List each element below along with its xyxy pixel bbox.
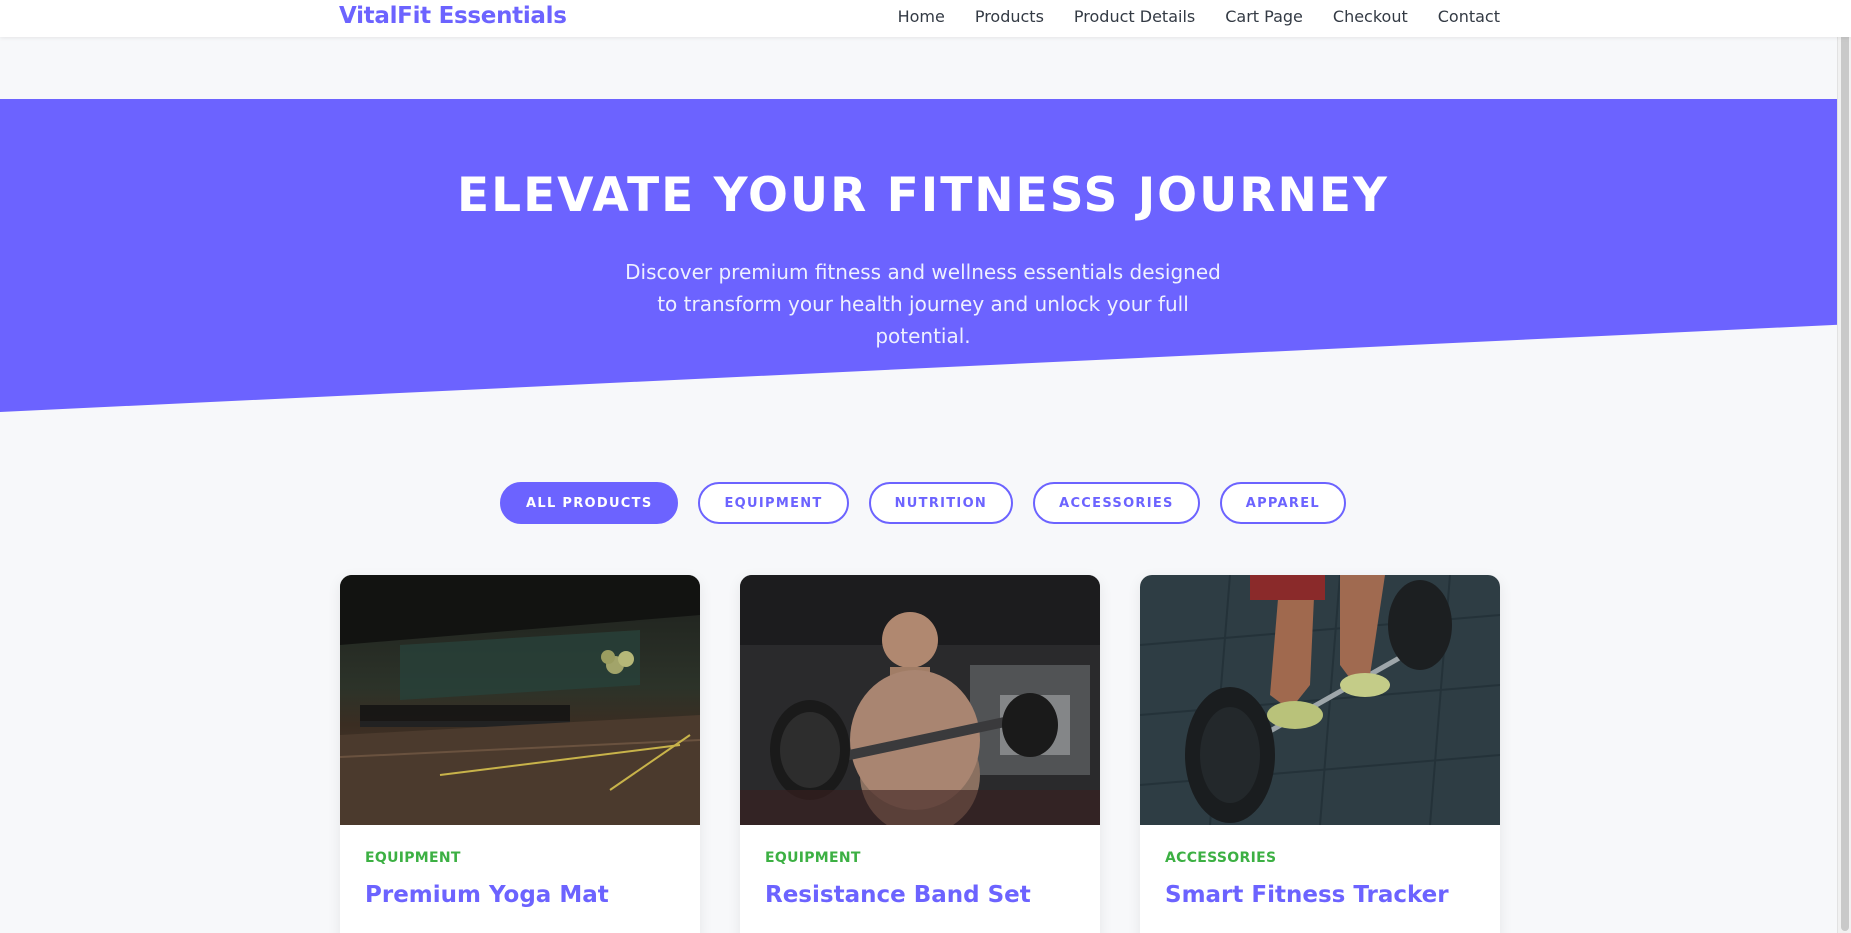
filter-all-products-button[interactable]: ALL PRODUCTS (500, 482, 679, 524)
scrollbar-thumb[interactable] (1841, 2, 1849, 931)
filter-equipment-button[interactable]: EQUIPMENT (698, 482, 849, 524)
nav-link-checkout[interactable]: Checkout (1333, 7, 1408, 26)
product-name[interactable]: Smart Fitness Tracker (1165, 882, 1475, 908)
product-category: ACCESSORIES (1165, 850, 1277, 866)
filter-accessories-button[interactable]: ACCESSORIES (1033, 482, 1200, 524)
filter-nutrition-button[interactable]: NUTRITION (868, 482, 1014, 524)
top-navbar: VitalFit Essentials Home Products Produc… (0, 0, 1851, 37)
product-name[interactable]: Resistance Band Set (765, 882, 1075, 908)
nav-link-product-details[interactable]: Product Details (1074, 7, 1195, 26)
category-filters: ALL PRODUCTS EQUIPMENT NUTRITION ACCESSO… (0, 482, 1846, 524)
brand-logo[interactable]: VitalFit Essentials (339, 3, 567, 29)
product-image-gym-interior[interactable] (340, 575, 700, 825)
nav-link-products[interactable]: Products (975, 7, 1044, 26)
product-image-man-lifting-barbell[interactable] (740, 575, 1100, 825)
product-category: EQUIPMENT (765, 850, 861, 866)
hero-subtitle: Discover premium fitness and wellness es… (625, 260, 1221, 348)
product-card[interactable]: EQUIPMENT Resistance Band Set (740, 575, 1100, 933)
hero-title: ELEVATE YOUR FITNESS JOURNEY (457, 168, 1389, 223)
page-scrollbar[interactable] (1837, 0, 1851, 933)
product-card[interactable]: ACCESSORIES Smart Fitness Tracker (1140, 575, 1500, 933)
nav-links: Home Products Product Details Cart Page … (898, 7, 1500, 26)
product-category: EQUIPMENT (365, 850, 461, 866)
product-name[interactable]: Premium Yoga Mat (365, 882, 675, 908)
product-card[interactable]: EQUIPMENT Premium Yoga Mat (340, 575, 700, 933)
nav-link-contact[interactable]: Contact (1438, 7, 1500, 26)
filter-apparel-button[interactable]: APPAREL (1219, 482, 1346, 524)
nav-link-home[interactable]: Home (898, 7, 945, 26)
product-image-deadlift-barbell[interactable] (1140, 575, 1500, 825)
nav-link-cart-page[interactable]: Cart Page (1225, 7, 1303, 26)
